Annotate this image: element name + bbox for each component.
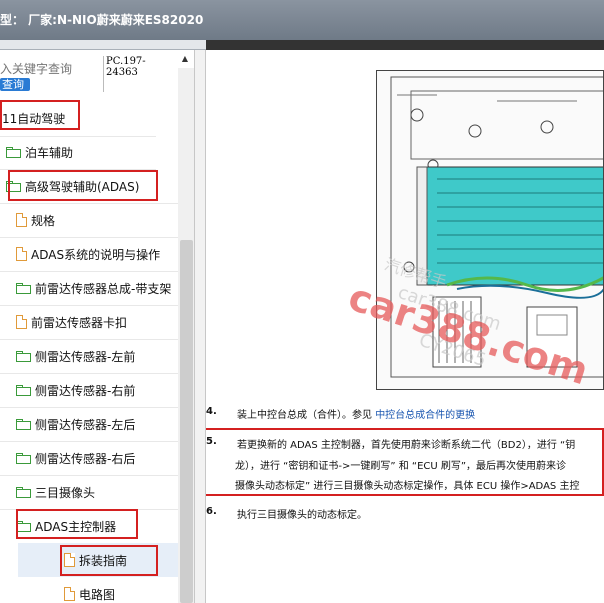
tree-item-label: ADAS系统的说明与操作: [31, 247, 161, 262]
navigation-panel: 查询 PC.197- 24363 ▲ 11自动驾驶 泊车辅助 高级驾驶辅助(AD…: [0, 50, 194, 603]
tree-item-label: 前雷达传感器总成-带支架: [35, 281, 172, 296]
document-icon: [16, 247, 27, 261]
folder-icon: [16, 282, 31, 294]
folder-icon: [16, 384, 31, 396]
document-icon: [16, 315, 27, 329]
step-number: 4.: [206, 406, 217, 417]
highlight-box: [206, 428, 604, 496]
document-icon: [16, 213, 27, 227]
pc-code-line1: PC.197-: [106, 56, 146, 67]
tree-item-side-radar-left-rear[interactable]: 侧雷达传感器-左后: [16, 409, 135, 439]
folder-icon: [16, 486, 31, 498]
procedure-step-6: 6. 执行三目摄像头的动态标定。: [206, 506, 604, 521]
console-assembly-link[interactable]: 中控台总成合件的更换: [375, 410, 475, 421]
tree-item-label: 侧雷达传感器-右后: [35, 451, 136, 466]
folder-icon: [6, 146, 21, 158]
scroll-up-arrow-icon[interactable]: ▲: [178, 52, 192, 66]
folder-icon: [16, 350, 31, 362]
step-text-content: 装上中控台总成（合件）。参见: [237, 410, 376, 421]
row-divider: [0, 339, 178, 340]
tree-item-label: 泊车辅助: [25, 145, 74, 160]
row-divider: [0, 237, 178, 238]
pc-code-line2: 24363: [106, 67, 138, 78]
tree-item-side-radar-right-front[interactable]: 侧雷达传感器-右前: [16, 375, 135, 405]
row-divider: [0, 441, 178, 442]
tree-item-front-radar-assembly[interactable]: 前雷达传感器总成-带支架: [16, 273, 171, 303]
tree-item-circuit-diagram[interactable]: 电路图: [64, 579, 115, 603]
document-viewer: 4. 装上中控台总成（合件）。参见 中控台总成合件的更换 5. 若更换新的 AD…: [206, 50, 604, 603]
query-button[interactable]: 查询: [0, 78, 30, 91]
tree-item-label: 规格: [31, 213, 56, 228]
tree-item-side-radar-left-front[interactable]: 侧雷达传感器-左前: [16, 341, 135, 371]
step-number: 6.: [206, 506, 217, 517]
search-input[interactable]: [0, 60, 102, 78]
panel-splitter[interactable]: [194, 50, 206, 603]
procedure-step-4: 4. 装上中控台总成（合件）。参见 中控台总成合件的更换: [206, 406, 604, 421]
tree-item-label: 侧雷达传感器-右前: [35, 383, 136, 398]
tree-item-label: 前雷达传感器卡扣: [31, 315, 128, 330]
row-divider: [0, 373, 178, 374]
highlight-box: [8, 170, 158, 201]
folder-icon: [16, 418, 31, 430]
row-divider: [0, 407, 178, 408]
document-icon: [64, 587, 75, 601]
tree-item-specifications[interactable]: 规格: [16, 205, 55, 235]
tree-item-adas-description[interactable]: ADAS系统的说明与操作: [16, 239, 160, 269]
row-divider: [0, 305, 178, 306]
row-divider: [0, 271, 178, 272]
tree-item-side-radar-right-rear[interactable]: 侧雷达传感器-右后: [16, 443, 135, 473]
tree-item-label: 三目摄像头: [35, 485, 96, 500]
step-text: 装上中控台总成（合件）。参见 中控台总成合件的更换: [237, 406, 475, 421]
folder-icon: [16, 452, 31, 464]
pc-code: PC.197- 24363: [103, 56, 176, 92]
tree-item-front-radar-clip[interactable]: 前雷达传感器卡扣: [16, 307, 127, 337]
window-title-bar: 型： 厂家:N-NIO蔚来蔚来ES82020: [0, 0, 604, 40]
scrollbar-thumb[interactable]: [180, 240, 193, 603]
row-divider: [0, 475, 178, 476]
highlight-box: [0, 100, 80, 130]
document-header-strip: [206, 40, 604, 50]
row-divider: [0, 203, 178, 204]
window-title: 型： 厂家:N-NIO蔚来蔚来ES82020: [0, 13, 204, 27]
highlight-box: [16, 509, 138, 539]
tree-item-trifocal-camera[interactable]: 三目摄像头: [16, 477, 95, 507]
tree-item-label: 电路图: [79, 587, 116, 602]
tree-item-label: 侧雷达传感器-左后: [35, 417, 136, 432]
tree-item-parking-assist[interactable]: 泊车辅助: [6, 137, 73, 167]
tree-item-label: 侧雷达传感器-左前: [35, 349, 136, 364]
highlight-box: [60, 545, 158, 576]
step-text: 执行三目摄像头的动态标定。: [237, 510, 367, 521]
